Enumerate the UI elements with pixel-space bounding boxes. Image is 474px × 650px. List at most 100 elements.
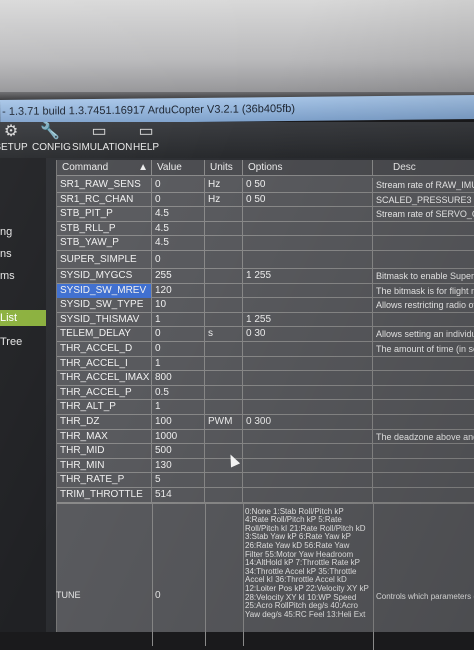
param-value[interactable]: 4.5 <box>152 207 205 222</box>
table-row[interactable]: THR_MAX1000 The deadzone above and below <box>57 429 474 445</box>
param-desc <box>373 251 474 269</box>
param-value[interactable]: 255 <box>152 269 205 284</box>
param-desc <box>373 357 474 372</box>
table-row[interactable]: SR1_RAW_SENS 0 Hz 0 50 Stream rate of RAW_IM… <box>57 178 474 193</box>
param-options <box>243 371 373 386</box>
param-value[interactable]: 120 <box>152 283 205 299</box>
monitor-icon: ▭ <box>91 123 107 140</box>
param-name: SUPER_SIMPLE <box>57 251 152 269</box>
param-value[interactable]: 800 <box>152 371 205 386</box>
table-row[interactable]: SYSID_THISMAV 1 1 255 <box>57 312 474 328</box>
param-options <box>243 236 373 251</box>
column-header-command[interactable]: Command ▲ <box>57 160 152 176</box>
param-value[interactable]: 0 <box>152 327 205 342</box>
sidebar-item-list[interactable]: List <box>0 310 46 326</box>
param-value[interactable]: 0 <box>152 251 205 269</box>
table-row[interactable]: SYSID_SW_MREV 120 The bitmask is for fligh… <box>57 283 474 299</box>
table-row[interactable]: STB_PIT_P4.5 Stream rate of SERVO_OUTP <box>57 207 474 222</box>
table-row[interactable]: THR_ACCEL_IMAX 800 <box>57 371 474 386</box>
param-value[interactable]: 1 <box>152 356 205 372</box>
param-value[interactable]: 100 <box>152 415 205 430</box>
param-value[interactable]: 500 <box>152 444 205 459</box>
table-row[interactable]: SYSID_SW_TYPE 10 Allows restricting radio … <box>57 298 474 313</box>
param-value[interactable]: 5 <box>152 473 205 488</box>
tune-desc: Controls which parameters (normally <box>376 591 474 601</box>
param-desc <box>373 473 474 488</box>
main-toolbar: ⚙ SETUP 🔧 CONFIG ▭ SIMULATION ▭ HELP <box>0 122 474 158</box>
param-value[interactable]: 1 <box>152 312 205 328</box>
table-row[interactable]: STB_RLL_P 4.5 <box>57 221 474 237</box>
table-row[interactable]: SUPER_SIMPLE 0 <box>57 251 474 269</box>
param-value[interactable]: 0 <box>152 178 205 193</box>
table-row[interactable]: THR_MIN 130 <box>57 458 474 474</box>
param-value[interactable]: 1 <box>152 400 205 415</box>
param-value[interactable]: 514 <box>152 488 205 503</box>
param-name: SYSID_SW_TYPE <box>57 298 152 313</box>
table-row[interactable]: THR_ACCEL_I 1 <box>57 356 474 372</box>
param-desc: Stream rate of RAW_IMU_SC <box>376 180 474 190</box>
param-desc <box>373 222 474 237</box>
sidebar-item-3[interactable]: ms <box>0 270 15 282</box>
table-row[interactable]: SYSID_MYGCS 255 1 255 Bitmask to enable Sup… <box>57 269 474 284</box>
param-name: TELEM_DELAY <box>57 327 152 342</box>
param-units <box>205 269 243 284</box>
param-units <box>205 298 243 313</box>
table-row[interactable]: STB_YAW_P 4.5 <box>57 236 474 251</box>
param-name: THR_MIN <box>57 458 152 474</box>
column-header-value[interactable]: Value <box>152 160 205 176</box>
param-name: SR1_RAW_SENS <box>57 178 152 193</box>
tune-units-cell <box>205 503 244 646</box>
param-desc <box>373 444 474 459</box>
table-row[interactable]: THR_ACCEL_D0 The amount of time (in secon… <box>57 342 474 357</box>
tune-option-line: Yaw deg/s 45:RC Feel 13:Heli Ext <box>245 609 366 619</box>
sidebar-item-tree[interactable]: Tree <box>0 336 22 348</box>
param-options: 0 50 <box>243 178 373 193</box>
parameter-table: Command ▲ Value Units Options Desc SR1_RA… <box>56 160 474 650</box>
sidebar-item-1[interactable]: ng <box>0 226 12 238</box>
column-header-units[interactable]: Units <box>205 160 243 176</box>
param-name: STB_PIT_P <box>57 207 152 222</box>
param-value[interactable]: 4.5 <box>152 236 205 251</box>
column-header-desc[interactable]: Desc <box>373 160 474 176</box>
param-value[interactable]: 10 <box>152 298 205 313</box>
toolbar-setup-label: SETUP <box>0 142 28 153</box>
param-units <box>205 356 243 372</box>
param-name: TRIM_THROTTLE <box>57 488 152 503</box>
table-row[interactable]: SR1_RC_CHAN0Hz0 50SCALED_PRESSURE3 and T <box>57 192 474 208</box>
table-row[interactable]: THR_ACCEL_P 0.5 <box>57 385 474 401</box>
param-value[interactable]: 130 <box>152 458 205 474</box>
param-value[interactable]: 0.5 <box>152 385 205 401</box>
toolbar-help-button[interactable]: ▭ HELP <box>130 122 162 158</box>
table-row[interactable]: TELEM_DELAY 0 s 0 30 Allows setting an indiv… <box>57 327 474 342</box>
param-desc: The bitmask is for flight mode s <box>376 285 474 296</box>
param-desc: The amount of time (in seconds <box>376 344 474 354</box>
param-desc: SCALED_PRESSURE3 and T <box>376 194 474 205</box>
param-name: SYSID_THISMAV <box>57 312 152 328</box>
table-row[interactable]: THR_MID 500 <box>57 444 474 459</box>
param-value[interactable]: 0 <box>152 192 205 208</box>
param-desc <box>373 236 474 251</box>
tune-options-cell: 0:None 1:Stab Roll/Pitch kP 4:Rate Roll/P… <box>243 503 374 650</box>
param-value[interactable]: 4.5 <box>152 221 205 237</box>
tune-value-cell[interactable]: 0 <box>152 503 206 646</box>
table-row[interactable]: THR_DZ 100 PWM 0 300 <box>57 415 474 430</box>
param-value[interactable]: 1000 <box>152 429 205 445</box>
param-name: THR_ALT_P <box>57 400 152 415</box>
table-row[interactable]: THR_RATE_P 5 <box>57 473 474 488</box>
param-options <box>243 251 373 269</box>
param-value[interactable]: 0 <box>152 342 205 357</box>
param-units <box>205 251 243 269</box>
tune-command-cell: TUNE <box>56 503 153 646</box>
table-row[interactable]: THR_ALT_P 1 <box>57 400 474 415</box>
toolbar-simulation-button[interactable]: ▭ SIMULATION <box>72 122 132 158</box>
table-row[interactable]: TRIM_THROTTLE 514 <box>57 488 474 503</box>
toolbar-help-label: HELP <box>132 142 160 153</box>
param-options: 0 50 <box>243 192 373 208</box>
wrench-icon: 🔧 <box>40 123 60 140</box>
table-row-tune[interactable]: TUNE 0 0:None 1:Stab Roll/Pitch kP 4:Rate… <box>56 502 474 650</box>
sidebar-item-2[interactable]: ns <box>0 248 12 260</box>
column-header-options[interactable]: Options <box>243 160 373 176</box>
toolbar-setup-button[interactable]: ⚙ SETUP <box>0 122 28 158</box>
param-name: THR_ACCEL_D <box>57 342 152 357</box>
toolbar-config-button[interactable]: 🔧 CONFIG <box>32 122 71 158</box>
